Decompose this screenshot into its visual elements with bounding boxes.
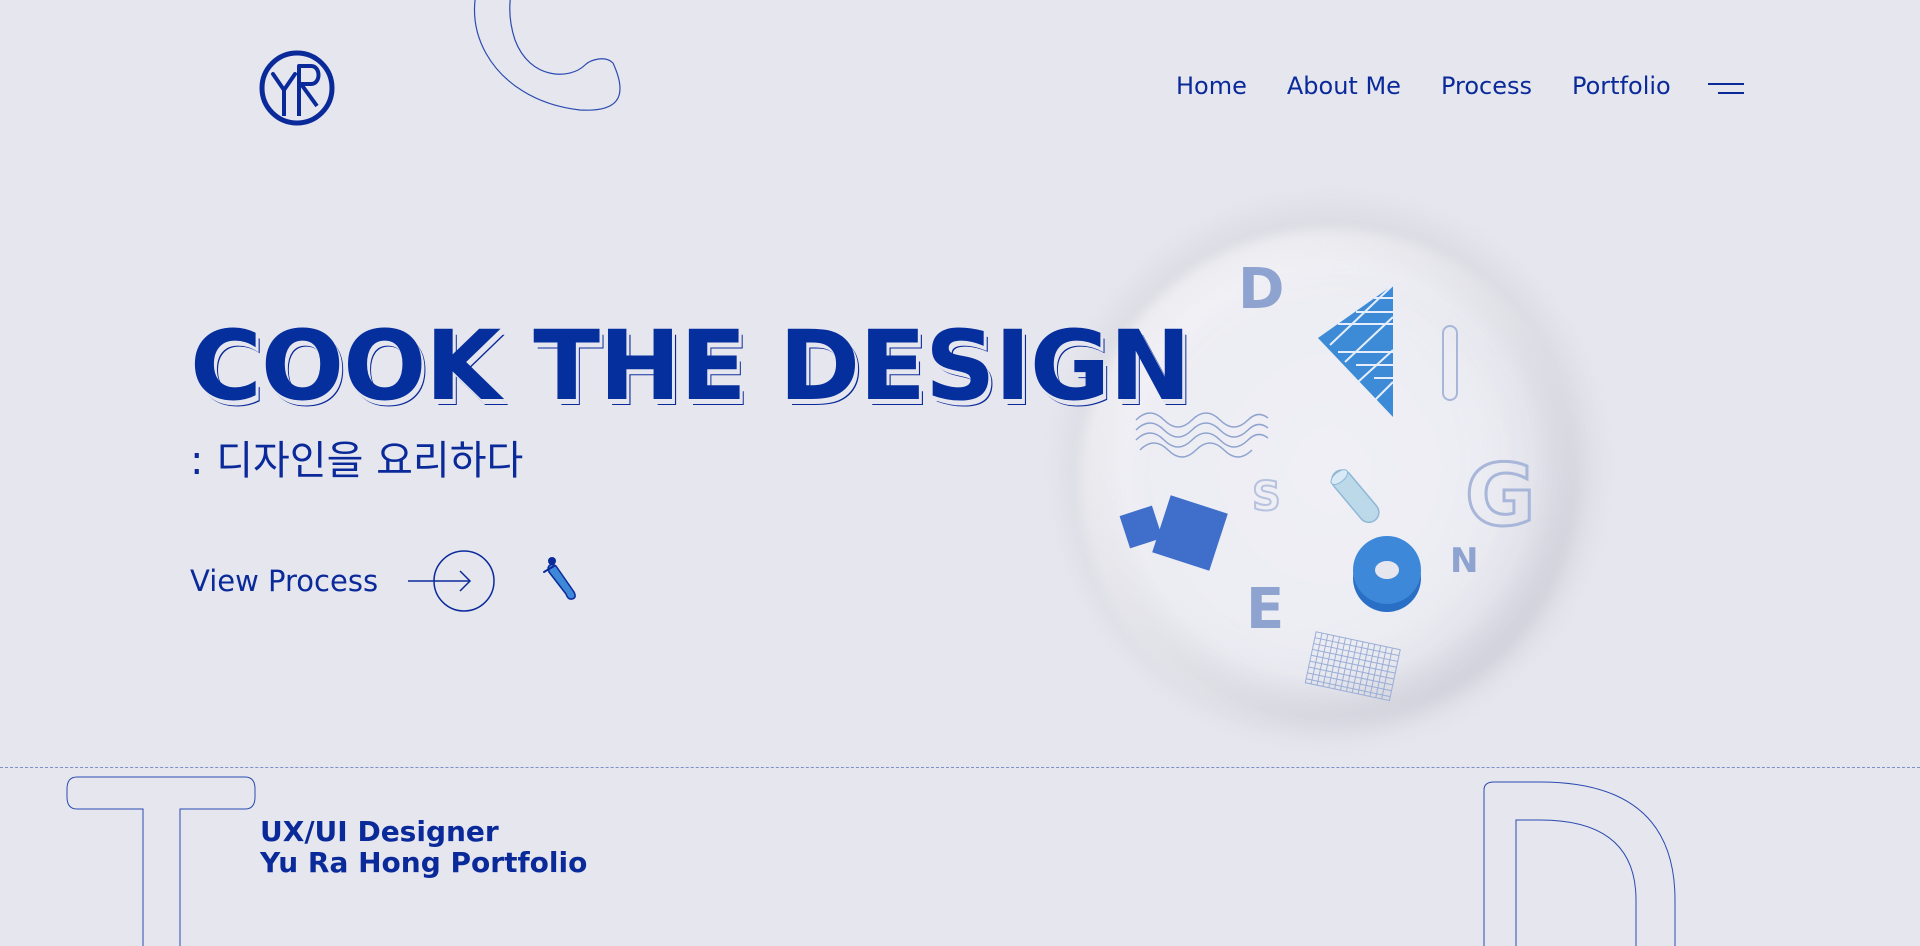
plate-letter-d: D [1238,260,1284,322]
donut-icon [1353,536,1421,612]
footer-portfolio-title: Yu Ra Hong Portfolio [260,846,588,879]
main-nav: Home About Me Process Portfolio [1176,72,1711,100]
hero-subtitle: : 디자인을 요리하다 [190,438,524,484]
section-divider [0,767,1920,768]
view-process-label: View Process [190,564,379,598]
triangle-pattern-icon [1318,284,1394,417]
hamburger-menu-icon[interactable] [1704,80,1744,100]
nav-item-about-me[interactable]: About Me [1287,72,1401,100]
decorative-letter-c [473,0,621,111]
plate-letter-e: E [1246,577,1284,642]
landing-page: Home About Me Process Portfolio D S G N … [0,0,1920,946]
nav-item-portfolio[interactable]: Portfolio [1572,72,1671,100]
plate-letter-g: G [1465,446,1536,546]
decorative-letter-t [66,776,256,946]
nav-item-home[interactable]: Home [1176,72,1247,100]
hero-title: COOK THE DESIGN [190,310,1191,422]
plate-letter-s: S [1252,474,1281,520]
footer-role: UX/UI Designer [260,815,499,848]
arrow-right-circle-icon [408,550,495,612]
footer-tagline: UX/UI Designer Yu Ra Hong Portfolio [260,816,587,878]
grid-mesh-icon [1304,631,1401,702]
plate-letter-i [1442,325,1458,401]
decorative-letter-d [1483,781,1676,946]
view-process-button[interactable]: View Process [190,548,498,614]
yr-logo[interactable] [259,50,335,126]
plate-letter-n: N [1450,541,1478,581]
nav-item-process[interactable]: Process [1441,72,1532,100]
spoon-icon [543,557,576,600]
blue-squares-icon [1119,495,1228,571]
cylinder-icon [1330,469,1380,524]
